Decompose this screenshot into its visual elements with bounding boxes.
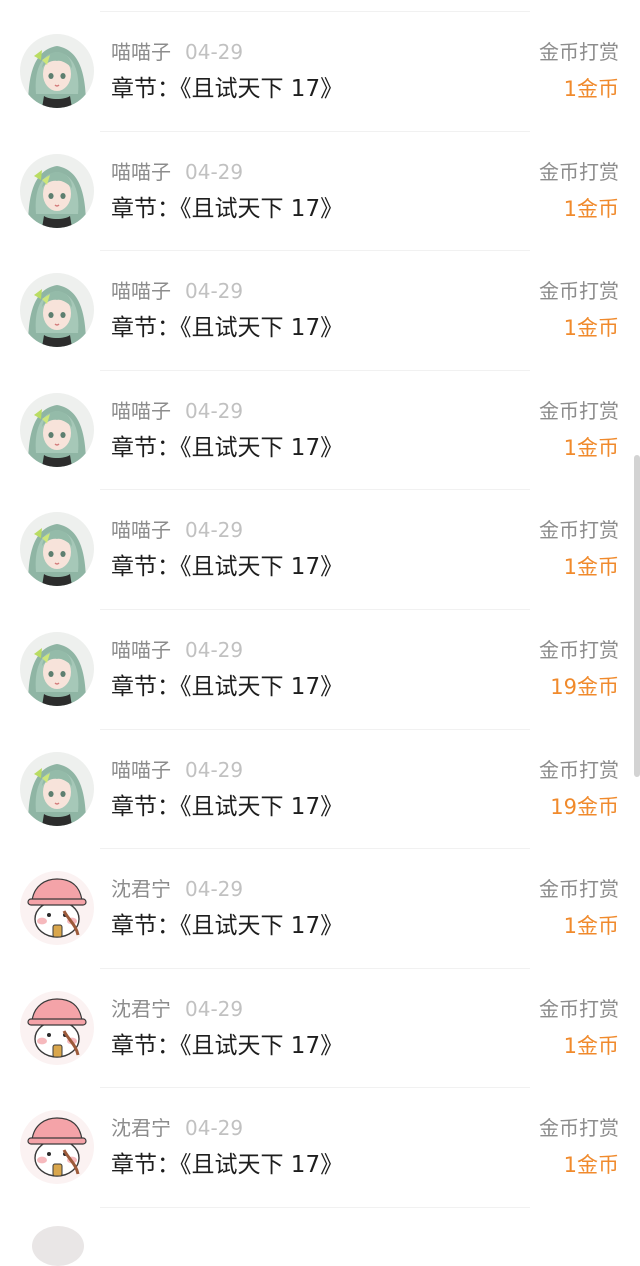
reward-type: 金币打赏 (539, 279, 619, 304)
username[interactable]: 沈君宁 (111, 1116, 171, 1140)
reward-meta: 沈君宁 04-29 (111, 997, 243, 1021)
pink-hat-bear-icon (20, 1110, 94, 1185)
reward-amount: 1金币 (563, 555, 619, 580)
green-haired-girl-avatar[interactable] (20, 631, 94, 706)
partial-avatar (32, 1226, 84, 1266)
reward-date: 04-29 (185, 40, 244, 64)
green-haired-girl-icon (20, 273, 94, 348)
reward-meta: 沈君宁 04-29 (111, 877, 243, 901)
reward-meta: 喵喵子 04-29 (111, 40, 243, 64)
username[interactable]: 喵喵子 (111, 160, 171, 184)
reward-row[interactable]: 沈君宁 04-29 章节：《且试天下 17》 金币打赏 1金币 (0, 969, 640, 1089)
chapter-title: 章节：《且试天下 17》 (111, 76, 344, 102)
reward-meta: 喵喵子 04-29 (111, 279, 243, 303)
reward-date: 04-29 (185, 637, 244, 662)
reward-amount: 1金币 (563, 316, 619, 341)
reward-type: 金币打赏 (539, 518, 619, 543)
pink-hat-bear-avatar[interactable] (20, 1110, 94, 1185)
username[interactable]: 喵喵子 (111, 279, 171, 303)
reward-row[interactable]: 喵喵子 04-29 章节：《且试天下 17》 金币打赏 1金币 (0, 132, 640, 252)
username[interactable]: 沈君宁 (111, 997, 171, 1021)
green-haired-girl-avatar[interactable] (20, 273, 94, 348)
reward-meta: 喵喵子 04-29 (111, 399, 243, 423)
reward-row[interactable]: 沈君宁 04-29 章节：《且试天下 17》 金币打赏 1金币 (0, 849, 640, 969)
reward-amount: 1金币 (563, 1153, 619, 1178)
reward-date: 04-29 (185, 757, 244, 782)
green-haired-girl-icon (20, 392, 94, 467)
reward-meta: 喵喵子 04-29 (111, 518, 243, 542)
green-haired-girl-avatar[interactable] (20, 512, 94, 587)
reward-date: 04-29 (185, 279, 244, 304)
reward-meta: 喵喵子 04-29 (111, 638, 243, 662)
green-haired-girl-icon (20, 631, 94, 706)
reward-amount: 1金币 (563, 196, 619, 221)
pink-hat-bear-icon (20, 990, 94, 1065)
chapter-title: 章节：《且试天下 17》 (111, 673, 344, 700)
reward-row[interactable]: 沈君宁 04-29 章节：《且试天下 17》 金币打赏 1金币 (0, 1088, 640, 1208)
reward-row[interactable]: 喵喵子 04-29 章节：《且试天下 17》 金币打赏 1金币 (0, 251, 640, 371)
green-haired-girl-avatar[interactable] (20, 153, 94, 228)
chapter-title: 章节：《且试天下 17》 (111, 315, 344, 342)
reward-type: 金币打赏 (539, 757, 619, 782)
green-haired-girl-avatar[interactable] (20, 392, 94, 467)
username[interactable]: 喵喵子 (111, 399, 171, 423)
username[interactable]: 喵喵子 (111, 758, 171, 782)
chapter-title: 章节：《且试天下 17》 (111, 913, 344, 940)
chapter-title: 章节：《且试天下 17》 (111, 434, 344, 461)
reward-list: 喵喵子 04-29 章节：《且试天下 17》 金币打赏 1金币 喵喵子 04-29 … (0, 12, 640, 1208)
reward-row[interactable]: 喵喵子 04-29 章节：《且试天下 17》 金币打赏 1金币 (0, 371, 640, 491)
chapter-title: 章节：《且试天下 17》 (111, 1032, 344, 1059)
reward-type: 金币打赏 (539, 877, 619, 902)
reward-type: 金币打赏 (539, 159, 619, 184)
chapter-title: 章节：《且试天下 17》 (111, 554, 344, 581)
reward-row[interactable]: 喵喵子 04-29 章节：《且试天下 17》 金币打赏 1金币 (0, 490, 640, 610)
reward-row[interactable]: 喵喵子 04-29 章节：《且试天下 17》 金币打赏 19金币 (0, 610, 640, 730)
green-haired-girl-icon (20, 153, 94, 228)
reward-type: 金币打赏 (539, 398, 619, 423)
pink-hat-bear-avatar[interactable] (20, 990, 94, 1065)
reward-type: 金币打赏 (539, 1116, 619, 1141)
green-haired-girl-icon (20, 512, 94, 587)
green-haired-girl-avatar[interactable] (20, 751, 94, 826)
reward-meta: 喵喵子 04-29 (111, 160, 243, 184)
reward-type: 金币打赏 (539, 40, 619, 64)
reward-amount: 1金币 (563, 914, 619, 939)
reward-amount: 19金币 (550, 794, 619, 819)
username[interactable]: 喵喵子 (111, 40, 171, 64)
reward-date: 04-29 (185, 1116, 244, 1141)
reward-amount: 1金币 (563, 435, 619, 460)
reward-row[interactable]: 喵喵子 04-29 章节：《且试天下 17》 金币打赏 1金币 (0, 12, 640, 132)
reward-amount: 1金币 (563, 77, 619, 101)
reward-type: 金币打赏 (539, 996, 619, 1021)
reward-row[interactable]: 喵喵子 04-29 章节：《且试天下 17》 金币打赏 19金币 (0, 730, 640, 850)
reward-date: 04-29 (185, 398, 244, 423)
pink-hat-bear-avatar[interactable] (20, 871, 94, 946)
reward-meta: 沈君宁 04-29 (111, 1116, 243, 1140)
reward-date: 04-29 (185, 877, 244, 902)
reward-date: 04-29 (185, 159, 244, 184)
chapter-title: 章节：《且试天下 17》 (111, 195, 344, 222)
reward-amount: 1金币 (563, 1033, 619, 1058)
username[interactable]: 喵喵子 (111, 638, 171, 662)
chapter-title: 章节：《且试天下 17》 (111, 793, 344, 820)
reward-date: 04-29 (185, 996, 244, 1021)
green-haired-girl-avatar[interactable] (20, 34, 94, 108)
username[interactable]: 喵喵子 (111, 518, 171, 542)
reward-meta: 喵喵子 04-29 (111, 758, 243, 782)
row-divider (100, 1206, 530, 1208)
reward-type: 金币打赏 (539, 637, 619, 662)
scrollbar[interactable] (634, 455, 640, 777)
reward-date: 04-29 (185, 518, 244, 543)
username[interactable]: 沈君宁 (111, 877, 171, 901)
green-haired-girl-icon (20, 34, 94, 108)
green-haired-girl-icon (20, 751, 94, 826)
chapter-title: 章节：《且试天下 17》 (111, 1152, 344, 1179)
pink-hat-bear-icon (20, 871, 94, 946)
reward-amount: 19金币 (550, 674, 619, 699)
